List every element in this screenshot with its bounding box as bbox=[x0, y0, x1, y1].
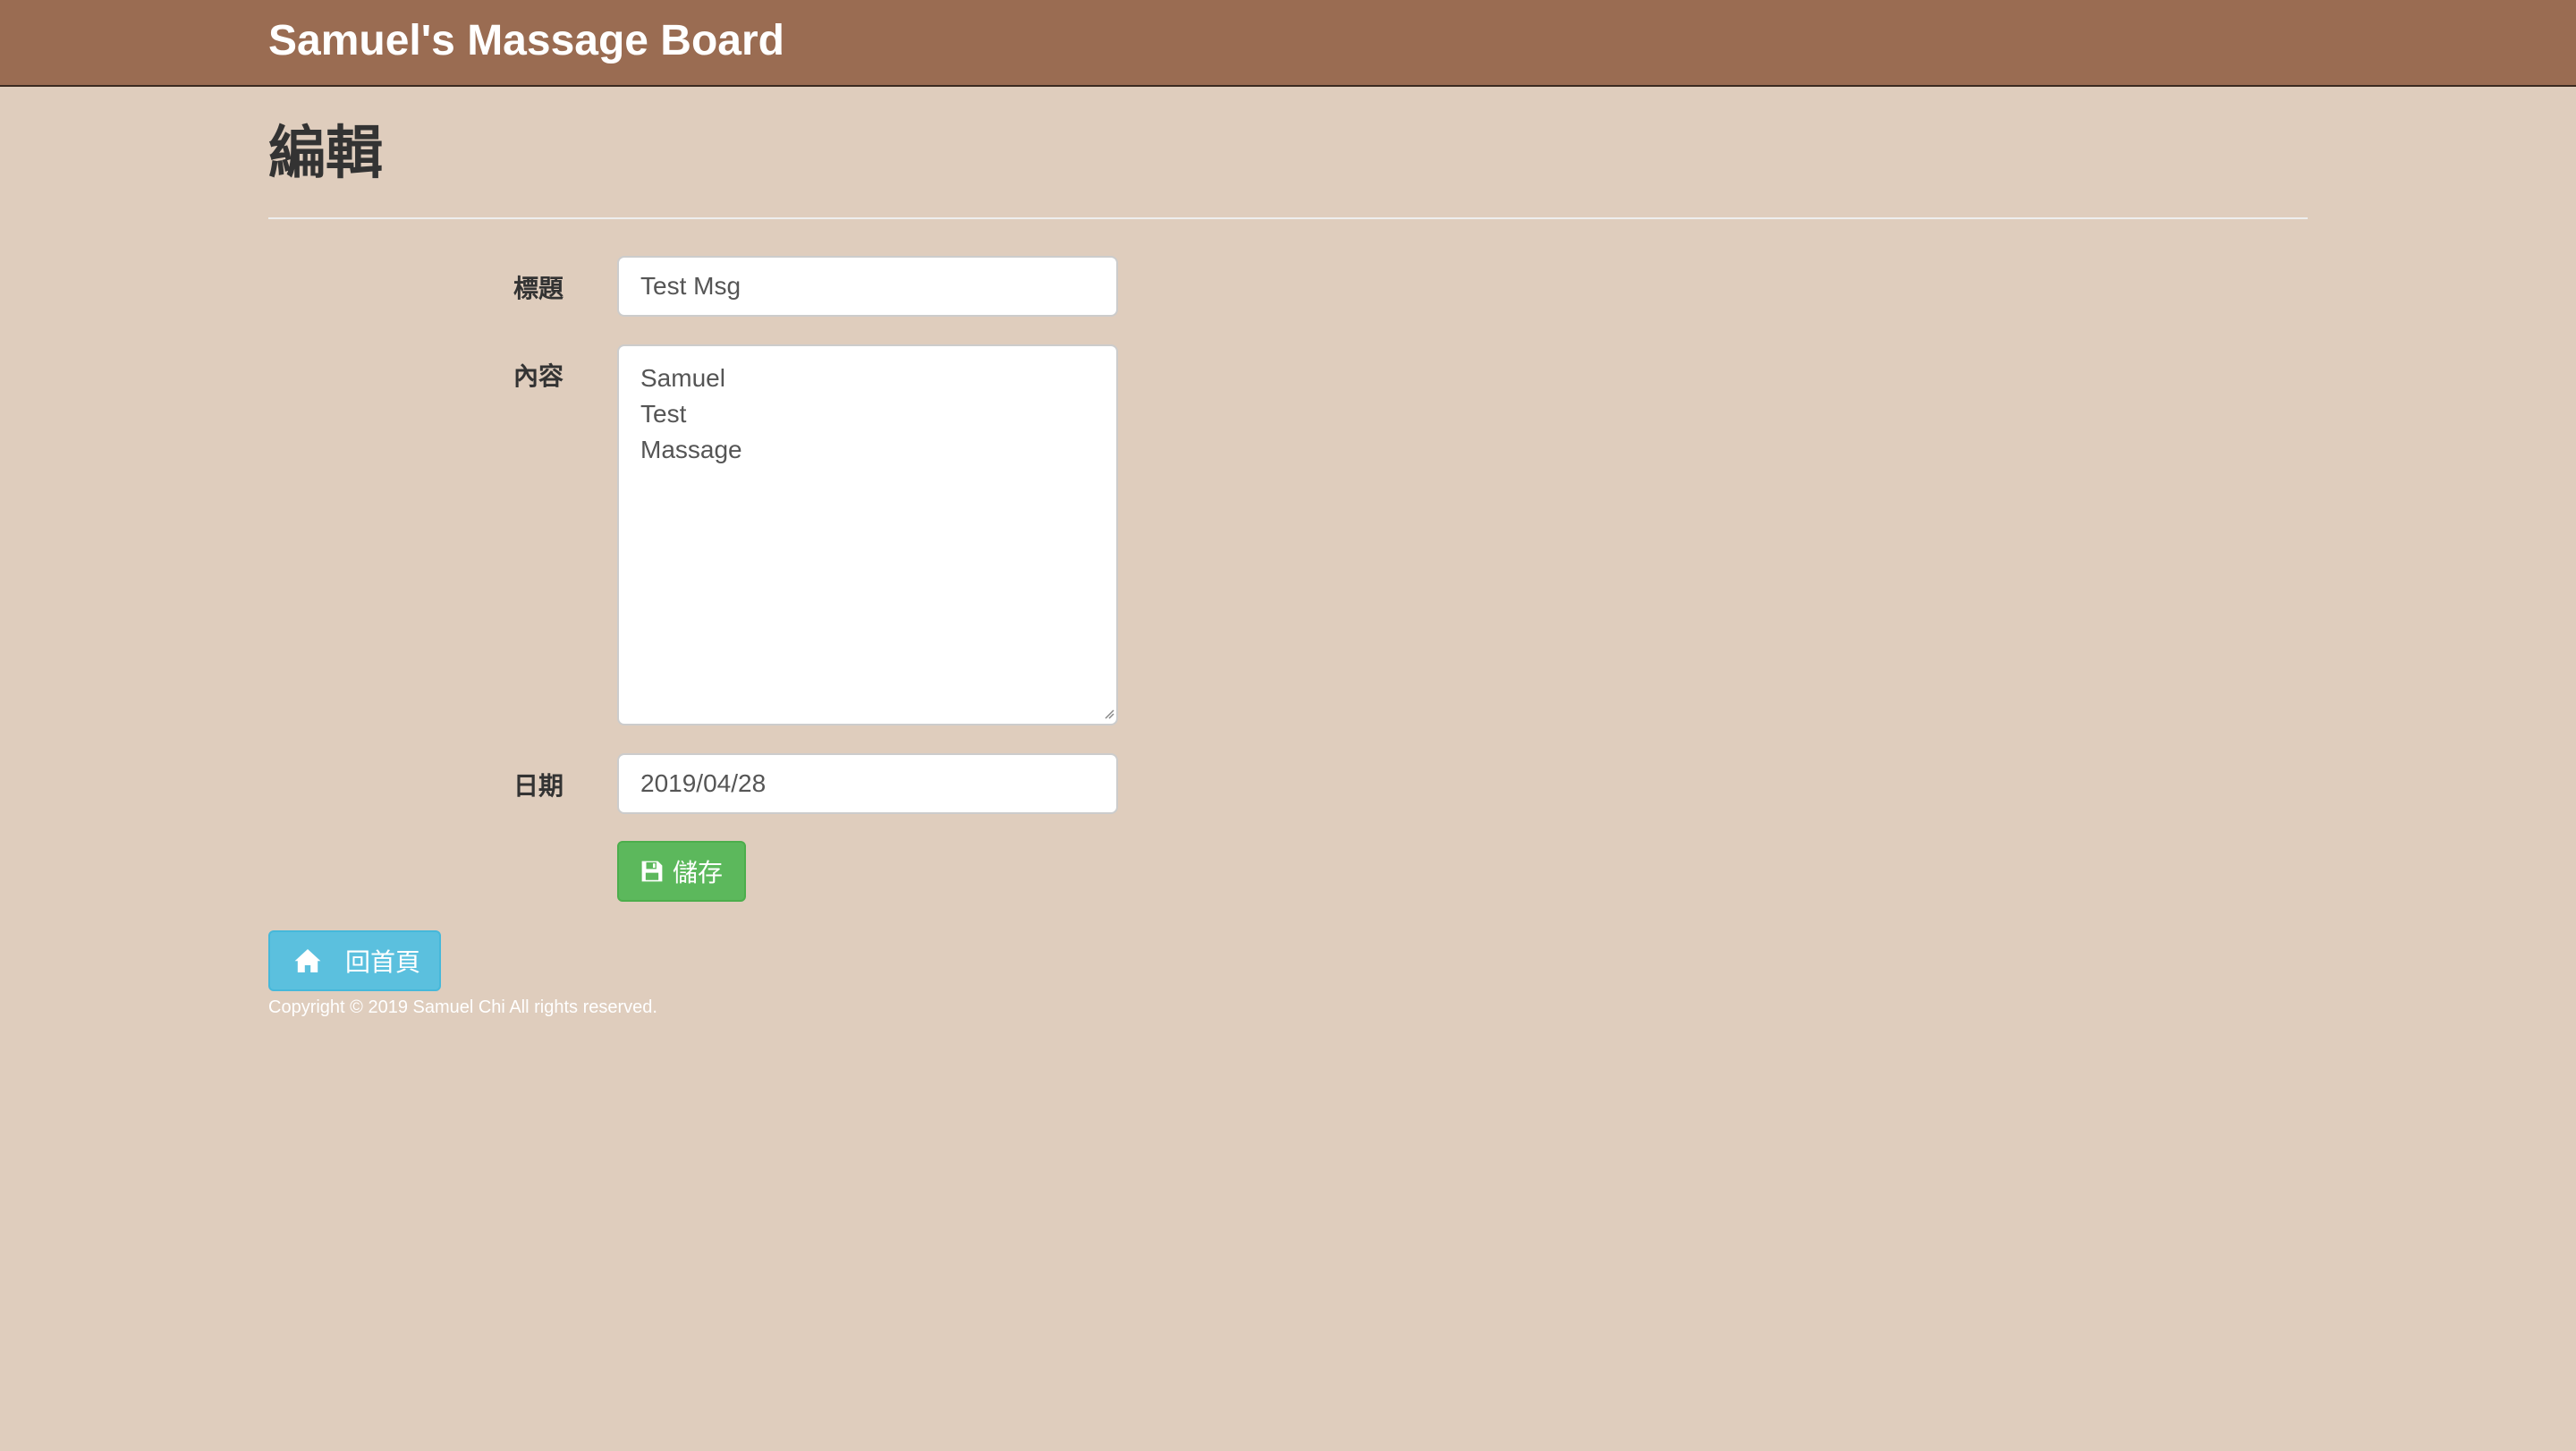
page-title: 編輯 bbox=[268, 121, 383, 185]
title-input[interactable] bbox=[617, 256, 1118, 317]
navbar-brand[interactable]: Samuel's Massage Board bbox=[268, 16, 784, 65]
home-button-label: 回首頁 bbox=[345, 948, 421, 976]
navbar: Samuel's Massage Board bbox=[0, 0, 2576, 87]
home-button[interactable]: 回首頁 bbox=[268, 930, 441, 991]
floppy-disk-icon bbox=[640, 860, 664, 883]
content-label: 內容 bbox=[513, 362, 564, 390]
title-divider bbox=[268, 217, 2308, 219]
footer-copyright: Copyright © 2019 Samuel Chi All rights r… bbox=[268, 997, 657, 1017]
date-input[interactable] bbox=[617, 753, 1118, 814]
home-icon bbox=[293, 947, 322, 974]
title-label: 標題 bbox=[513, 275, 564, 302]
save-button-label: 儲存 bbox=[673, 859, 724, 887]
save-button[interactable]: 儲存 bbox=[617, 841, 746, 902]
date-label: 日期 bbox=[513, 772, 564, 800]
resize-grip-icon[interactable] bbox=[1104, 709, 1114, 719]
content-textarea[interactable]: Samuel Test Massage bbox=[617, 344, 1118, 726]
